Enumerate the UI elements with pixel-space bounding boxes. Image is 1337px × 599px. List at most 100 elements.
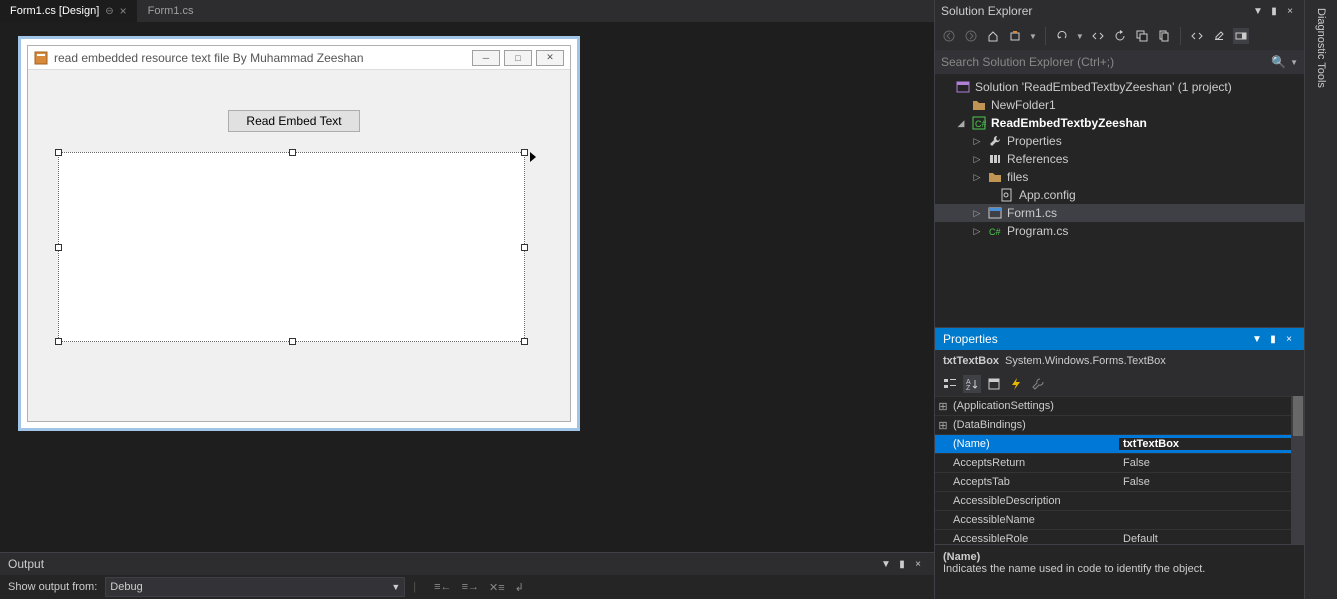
resize-handle[interactable] bbox=[55, 149, 62, 156]
expand-icon[interactable]: ▷ bbox=[971, 172, 983, 183]
events-icon[interactable] bbox=[1007, 375, 1025, 393]
scrollbar[interactable] bbox=[1291, 396, 1305, 544]
clear-icon[interactable]: ✕≡ bbox=[489, 581, 505, 594]
close-icon[interactable]: × bbox=[120, 4, 127, 18]
expand-icon[interactable]: ▷ bbox=[971, 226, 983, 237]
form-icon bbox=[987, 205, 1003, 221]
toggle-wrap-icon[interactable]: ↲ bbox=[515, 581, 524, 594]
close-icon[interactable]: × bbox=[910, 559, 926, 570]
forward-icon[interactable] bbox=[963, 28, 979, 44]
solution-node[interactable]: ▷ Solution 'ReadEmbedTextbyZeeshan' (1 p… bbox=[935, 78, 1304, 96]
resize-handle[interactable] bbox=[521, 149, 528, 156]
tab-form1-cs[interactable]: Form1.cs bbox=[138, 0, 205, 22]
scroll-thumb[interactable] bbox=[1293, 396, 1303, 436]
sync-icon[interactable] bbox=[1007, 28, 1023, 44]
property-row[interactable]: AccessibleRoleDefault bbox=[935, 529, 1305, 544]
pin-icon[interactable]: ▮ bbox=[1265, 334, 1281, 345]
solution-explorer-header[interactable]: Solution Explorer ▼ ▮ × bbox=[935, 0, 1304, 22]
alphabetical-icon[interactable]: AZ bbox=[963, 375, 981, 393]
properties-node[interactable]: ▷ Properties bbox=[935, 132, 1304, 150]
form-body[interactable]: Read Embed Text bbox=[28, 70, 570, 421]
expand-icon[interactable]: ⊞ bbox=[935, 400, 951, 413]
property-name: AccessibleName bbox=[951, 514, 1119, 526]
node-label: Solution 'ReadEmbedTextbyZeeshan' (1 pro… bbox=[975, 80, 1232, 94]
property-value[interactable]: txtTextBox bbox=[1119, 438, 1305, 450]
property-row[interactable]: AccessibleDescription bbox=[935, 491, 1305, 510]
folder-node[interactable]: ▷ files bbox=[935, 168, 1304, 186]
resize-handle[interactable] bbox=[289, 149, 296, 156]
messages-icon[interactable] bbox=[1029, 375, 1047, 393]
sync-with-active-icon[interactable] bbox=[1090, 28, 1106, 44]
property-value[interactable]: False bbox=[1119, 457, 1305, 469]
collapse-all-icon[interactable] bbox=[1134, 28, 1150, 44]
property-row[interactable]: (Name)txtTextBox bbox=[935, 434, 1305, 453]
textbox-control-selected[interactable] bbox=[58, 152, 525, 342]
program-node[interactable]: ▷ C# Program.cs bbox=[935, 222, 1304, 240]
references-node[interactable]: ▷ References bbox=[935, 150, 1304, 168]
solution-explorer-search[interactable]: Search Solution Explorer (Ctrl+;) 🔍 ▼ bbox=[935, 50, 1304, 74]
property-row[interactable]: ⊞(DataBindings) bbox=[935, 415, 1305, 434]
property-row[interactable]: AccessibleName bbox=[935, 510, 1305, 529]
property-row[interactable]: ⊞(ApplicationSettings) bbox=[935, 396, 1305, 415]
window-position-icon[interactable]: ▼ bbox=[878, 559, 894, 570]
property-value[interactable]: Default bbox=[1119, 533, 1305, 544]
svg-text:Z: Z bbox=[966, 385, 971, 391]
back-icon[interactable] bbox=[941, 28, 957, 44]
read-embed-text-button[interactable]: Read Embed Text bbox=[228, 110, 360, 132]
smart-tag-icon[interactable] bbox=[530, 152, 536, 162]
properties-icon[interactable] bbox=[1211, 28, 1227, 44]
pending-changes-icon[interactable] bbox=[1054, 28, 1070, 44]
resize-handle[interactable] bbox=[55, 244, 62, 251]
goto-next-icon[interactable]: ≡→ bbox=[462, 581, 479, 594]
expand-icon[interactable]: ▷ bbox=[971, 136, 983, 147]
close-button[interactable]: ✕ bbox=[536, 50, 564, 66]
maximize-button[interactable]: □ bbox=[504, 50, 532, 66]
expand-icon[interactable]: ⊞ bbox=[935, 419, 951, 432]
show-all-files-icon[interactable] bbox=[1156, 28, 1172, 44]
property-description: (Name) Indicates the name used in code t… bbox=[935, 544, 1305, 581]
categorized-icon[interactable] bbox=[941, 375, 959, 393]
panel-title: Solution Explorer bbox=[941, 4, 1032, 18]
project-node[interactable]: ◢ C# ReadEmbedTextbyZeeshan bbox=[935, 114, 1304, 132]
config-node[interactable]: ▷ App.config bbox=[935, 186, 1304, 204]
property-value[interactable]: False bbox=[1119, 476, 1305, 488]
resize-handle[interactable] bbox=[521, 244, 528, 251]
resize-handle[interactable] bbox=[55, 338, 62, 345]
form1-node[interactable]: ▷ Form1.cs bbox=[935, 204, 1304, 222]
home-icon[interactable] bbox=[985, 28, 1001, 44]
expand-icon[interactable]: ◢ bbox=[955, 118, 967, 129]
diagnostic-tools-tab[interactable]: Diagnostic Tools bbox=[1304, 0, 1337, 599]
refresh-icon[interactable] bbox=[1112, 28, 1128, 44]
expand-icon[interactable]: ▷ bbox=[971, 154, 983, 165]
winform-preview[interactable]: read embedded resource text file By Muha… bbox=[27, 45, 571, 422]
right-dock: Solution Explorer ▼ ▮ × ▼ ▼ Search Solut… bbox=[934, 0, 1304, 599]
preview-icon[interactable] bbox=[1233, 28, 1249, 44]
tab-label: Form1.cs bbox=[148, 5, 194, 17]
output-header[interactable]: Output ▼ ▮ × bbox=[0, 553, 934, 575]
expand-icon[interactable]: ▷ bbox=[971, 208, 983, 219]
output-source-select[interactable]: Debug ▼ bbox=[105, 577, 405, 597]
property-row[interactable]: AcceptsReturnFalse bbox=[935, 453, 1305, 472]
window-position-icon[interactable]: ▼ bbox=[1249, 334, 1265, 345]
minimize-button[interactable]: ─ bbox=[472, 50, 500, 66]
goto-previous-icon[interactable]: ≡← bbox=[434, 581, 451, 594]
search-icon[interactable]: 🔍 bbox=[1271, 55, 1286, 69]
search-placeholder: Search Solution Explorer (Ctrl+;) bbox=[941, 55, 1114, 69]
window-position-icon[interactable]: ▼ bbox=[1250, 6, 1266, 17]
properties-header[interactable]: Properties ▼ ▮ × bbox=[935, 328, 1305, 350]
property-pages-icon[interactable] bbox=[985, 375, 1003, 393]
properties-grid[interactable]: ⊞(ApplicationSettings)⊞(DataBindings)(Na… bbox=[935, 396, 1305, 544]
tab-form1-design[interactable]: Form1.cs [Design] ⊖ × bbox=[0, 0, 138, 22]
resize-handle[interactable] bbox=[521, 338, 528, 345]
properties-object-selector[interactable]: txtTextBox System.Windows.Forms.TextBox bbox=[935, 350, 1305, 372]
design-surface[interactable]: read embedded resource text file By Muha… bbox=[18, 36, 580, 431]
view-code-icon[interactable] bbox=[1189, 28, 1205, 44]
pin-icon[interactable]: ▮ bbox=[1266, 6, 1282, 17]
resize-handle[interactable] bbox=[289, 338, 296, 345]
close-icon[interactable]: × bbox=[1282, 6, 1298, 17]
property-row[interactable]: AcceptsTabFalse bbox=[935, 472, 1305, 491]
folder-node[interactable]: ▷ NewFolder1 bbox=[935, 96, 1304, 114]
panel-title: Properties bbox=[943, 332, 998, 346]
pin-icon[interactable]: ▮ bbox=[894, 559, 910, 570]
close-icon[interactable]: × bbox=[1281, 334, 1297, 345]
